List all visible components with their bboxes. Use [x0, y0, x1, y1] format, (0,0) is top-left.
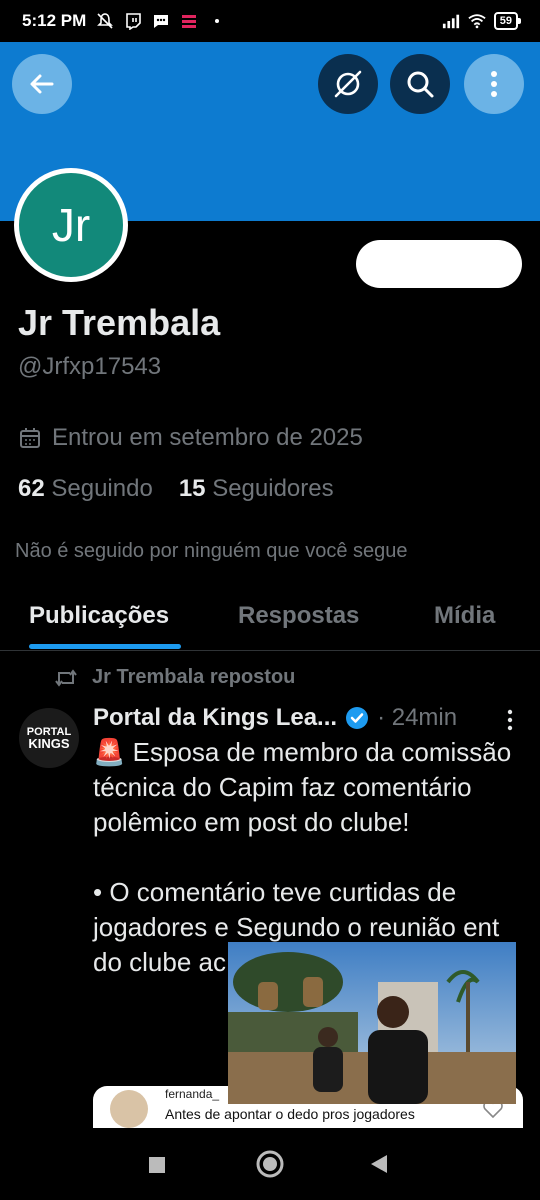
post-more-button[interactable]: [498, 708, 522, 732]
avatar-initials: Jr: [51, 199, 91, 251]
post-text-paragraph-1: 🚨 Esposa de membro da comissão técnica d…: [93, 737, 512, 837]
home-circle-icon: [256, 1150, 284, 1178]
app-icon: [180, 12, 198, 30]
system-nav-bar: [0, 1128, 540, 1200]
message-icon: [152, 12, 170, 30]
following-link[interactable]: 62 Seguindo: [18, 475, 153, 503]
verified-badge-icon: [345, 706, 369, 730]
back-arrow-icon: [30, 74, 54, 94]
avatar-logo-text-2: KINGS: [28, 736, 70, 751]
home-button[interactable]: [256, 1150, 284, 1183]
embed-text: Antes de apontar o dedo pros jogadores: [165, 1106, 415, 1122]
more-options-button[interactable]: [464, 54, 524, 114]
profile-avatar[interactable]: Jr: [14, 168, 128, 282]
post-header: Portal da Kings Lea... · 24min: [93, 704, 523, 732]
follow-stats: 62 Seguindo 15 Seguidores: [18, 475, 334, 503]
calendar-icon: [20, 428, 40, 448]
mute-icon: [96, 12, 114, 30]
status-time: 5:12 PM: [22, 11, 87, 30]
square-icon: [149, 1157, 165, 1173]
tab-respostas[interactable]: Respostas: [238, 602, 359, 630]
post-author-avatar[interactable]: PORTAL KINGS: [19, 708, 79, 768]
embed-username: fernanda_: [165, 1087, 220, 1101]
repost-icon: [55, 668, 77, 687]
embed-avatar: [110, 1090, 148, 1128]
signal-icon: [442, 12, 460, 30]
recent-apps-button[interactable]: [148, 1156, 166, 1179]
tab-publicacoes[interactable]: Publicações: [29, 602, 169, 630]
not-followed-text: Não é seguido por ninguém que você segue: [15, 540, 408, 562]
grok-button[interactable]: [318, 54, 378, 114]
status-bar: 5:12 PM 59: [0, 0, 540, 42]
back-nav-button[interactable]: [370, 1154, 388, 1179]
active-tab-indicator: [29, 644, 181, 649]
followers-label: Seguidores: [212, 475, 334, 502]
status-icons-left: [96, 12, 226, 30]
back-button[interactable]: [12, 54, 72, 114]
profile-handle: @Jrfxp17543: [18, 353, 162, 380]
followers-count: 15: [178, 475, 206, 502]
joined-text: Entrou em setembro de 2025: [52, 424, 363, 451]
post-time: · 24min: [377, 704, 458, 731]
pip-video-player[interactable]: [228, 942, 516, 1104]
grok-icon: [334, 70, 362, 98]
twitch-icon: [124, 12, 142, 30]
post-author-name[interactable]: Portal da Kings Lea...: [93, 704, 337, 732]
repost-indicator: Jr Trembala repostou: [54, 666, 295, 689]
battery-icon: 59: [493, 12, 522, 30]
pip-video-frame: [228, 942, 516, 1104]
dot-icon: [208, 12, 226, 30]
following-count: 62: [18, 475, 45, 502]
followers-link[interactable]: 15 Seguidores: [179, 475, 334, 503]
triangle-back-icon: [371, 1155, 387, 1173]
joined-date: Entrou em setembro de 2025: [18, 424, 363, 452]
search-button[interactable]: [390, 54, 450, 114]
profile-tabs: Publicações Respostas Mídia: [0, 590, 540, 651]
more-vertical-icon: [491, 71, 497, 97]
following-label: Seguindo: [51, 475, 153, 502]
wifi-icon: [468, 12, 486, 30]
follow-button[interactable]: Seguir: [356, 240, 522, 288]
status-icons-right: 59: [442, 12, 522, 30]
repost-label[interactable]: Jr Trembala repostou: [92, 666, 295, 689]
tab-midia[interactable]: Mídia: [434, 602, 495, 630]
search-icon: [407, 71, 434, 98]
more-vertical-icon: [507, 709, 513, 731]
profile-display-name: Jr Trembala: [18, 302, 221, 343]
